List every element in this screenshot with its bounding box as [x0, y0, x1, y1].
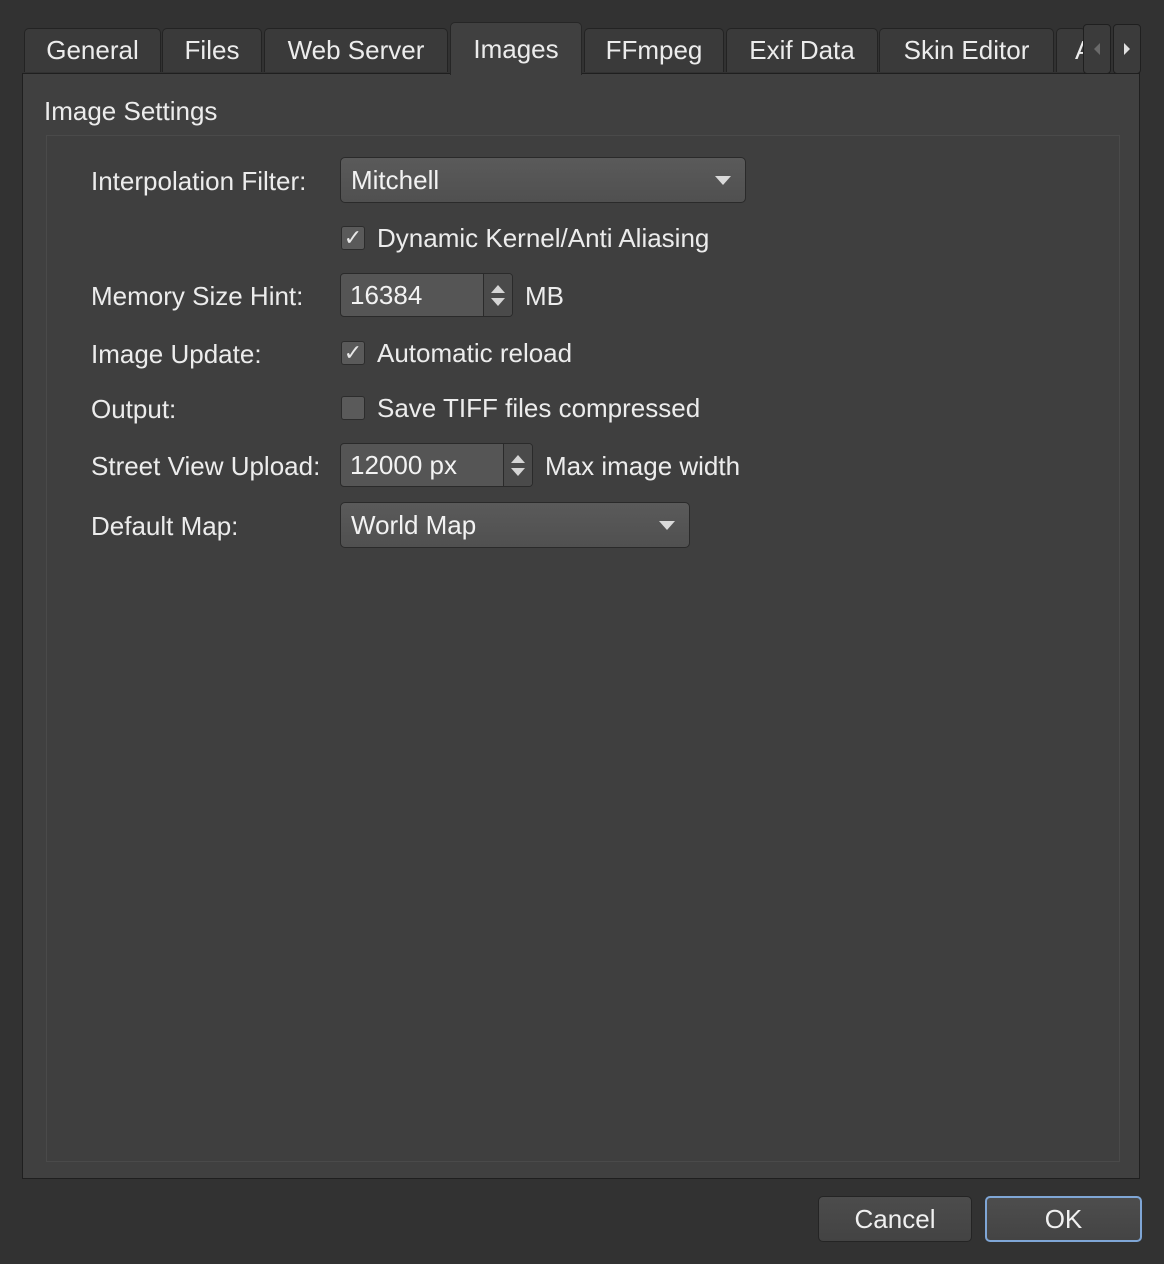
street-view-upload-value: 12000 px [350, 449, 457, 480]
preferences-dialog: General Files Web Server Images FFmpeg E… [0, 0, 1164, 1264]
tab-label: Exif Data [749, 35, 855, 65]
chevron-down-icon [659, 521, 675, 530]
dynamic-kernel-label: Dynamic Kernel/Anti Aliasing [377, 222, 710, 253]
checkbox-checked-icon: ✓ [341, 226, 365, 250]
tab-label: Images [473, 33, 559, 64]
tab-general[interactable]: General [24, 28, 161, 72]
automatic-reload-label: Automatic reload [377, 337, 573, 368]
tab-label: Web Server [287, 35, 425, 65]
cancel-button[interactable]: Cancel [818, 1196, 972, 1242]
tab-exif-data[interactable]: Exif Data [726, 28, 878, 72]
cancel-button-label: Cancel [854, 1203, 936, 1234]
tab-label: General [46, 35, 139, 65]
street-view-upload-suffix: Max image width [545, 451, 741, 481]
tab-label: FFmpeg [605, 35, 703, 65]
ok-button[interactable]: OK [985, 1196, 1142, 1242]
interpolation-filter-label: Interpolation Filter: [91, 166, 307, 196]
memory-size-hint-label: Memory Size Hint: [91, 281, 304, 311]
tab-label: Skin Editor [903, 35, 1030, 65]
tab-ffmpeg[interactable]: FFmpeg [584, 28, 724, 72]
stepper-arrows-icon[interactable] [483, 274, 512, 316]
tab-scroll-buttons [1083, 24, 1141, 74]
tab-files[interactable]: Files [162, 28, 262, 72]
tab-images[interactable]: Images [450, 22, 582, 75]
tab-scroll-left-button[interactable] [1083, 24, 1111, 74]
default-map-select[interactable]: World Map [340, 502, 690, 548]
tab-scroll-left-icon [1094, 43, 1100, 55]
memory-size-hint-value: 16384 [350, 279, 423, 310]
tab-scroll-right-icon [1124, 43, 1130, 55]
tab-scroll-right-button[interactable] [1113, 24, 1141, 74]
dynamic-kernel-checkbox[interactable]: ✓ Dynamic Kernel/Anti Aliasing [341, 223, 709, 253]
output-label: Output: [91, 394, 177, 424]
image-settings-group: Interpolation Filter: Mitchell ✓ Dynamic… [46, 135, 1120, 1162]
interpolation-filter-select[interactable]: Mitchell [340, 157, 746, 203]
image-settings-title: Image Settings [44, 96, 218, 126]
save-tiff-compressed-label: Save TIFF files compressed [377, 392, 701, 423]
tab-web-server[interactable]: Web Server [264, 28, 448, 72]
chevron-down-icon [715, 176, 731, 185]
memory-size-unit: MB [525, 281, 564, 311]
default-map-label: Default Map: [91, 511, 239, 541]
automatic-reload-checkbox[interactable]: ✓ Automatic reload [341, 338, 572, 368]
image-update-label: Image Update: [91, 339, 262, 369]
tab-truncated[interactable]: A [1056, 28, 1086, 72]
ok-button-label: OK [1044, 1203, 1083, 1234]
images-tab-pane: Image Settings Interpolation Filter: Mit… [22, 73, 1140, 1179]
save-tiff-compressed-checkbox[interactable]: Save TIFF files compressed [341, 393, 700, 423]
checkbox-unchecked-icon [341, 396, 365, 420]
stepper-arrows-icon[interactable] [503, 444, 532, 486]
street-view-upload-label: Street View Upload: [91, 451, 321, 481]
default-map-value: World Map [351, 509, 477, 540]
street-view-upload-stepper[interactable]: 12000 px [340, 443, 533, 487]
memory-size-hint-stepper[interactable]: 16384 [340, 273, 513, 317]
interpolation-filter-value: Mitchell [351, 164, 440, 195]
checkbox-checked-icon: ✓ [341, 341, 365, 365]
tab-label: Files [184, 35, 240, 65]
tab-skin-editor[interactable]: Skin Editor [879, 28, 1054, 72]
